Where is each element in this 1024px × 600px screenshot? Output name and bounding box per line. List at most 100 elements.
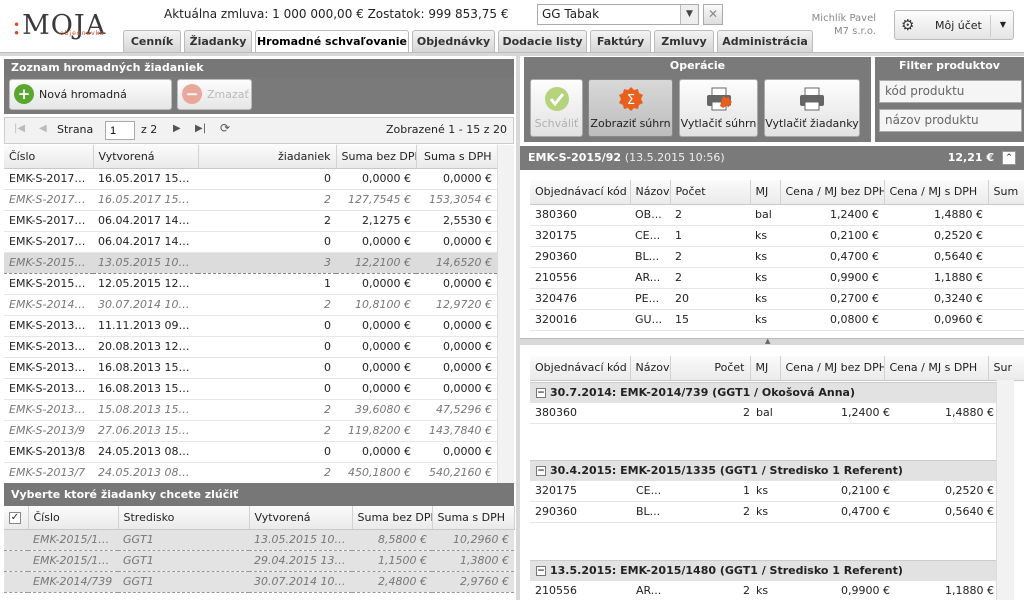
prev-page-icon[interactable]: ◀ bbox=[39, 123, 47, 134]
new-bulk-request-button[interactable]: +Nová hromadná žiadanka bbox=[9, 79, 172, 130]
page-number-input[interactable] bbox=[105, 121, 135, 140]
collapse-group-icon[interactable]: − bbox=[536, 566, 546, 576]
col-header-4[interactable]: Cena / MJ bez DPH bbox=[780, 180, 885, 205]
next-page-icon[interactable]: ▶ bbox=[173, 123, 181, 134]
show-summary-button[interactable]: Σ Zobraziť súhrn bbox=[588, 79, 673, 137]
refresh-icon[interactable]: ⟳ bbox=[220, 121, 230, 135]
history-row[interactable]: 320175 CE... 1 ks 0,2100 € 0,2520 € bbox=[530, 481, 996, 502]
tab-zmluvy[interactable]: Zmluvy bbox=[654, 30, 714, 52]
tab-cennik[interactable]: Cenník bbox=[123, 30, 181, 52]
col-header-suma-s-dph[interactable]: Suma s DPH bbox=[416, 145, 498, 169]
detail-splitter[interactable]: ▲ bbox=[520, 337, 1024, 345]
product-code-input[interactable]: kód produktu bbox=[879, 80, 1022, 103]
select-all-checkbox[interactable]: ✓ bbox=[4, 506, 29, 530]
cell-id: EMK-S-2017/86 bbox=[4, 210, 93, 232]
col-header-6[interactable]: Sur bbox=[988, 356, 1024, 381]
history-group-header[interactable]: −30.7.2014: EMK-2014/739 (GGT1 / Okošová… bbox=[530, 382, 996, 403]
tab-dodacie-listy[interactable]: Dodacie listy bbox=[498, 30, 587, 52]
item-row[interactable]: 320476 PE... 20 ks 0,2700 €0,3240 € bbox=[530, 288, 1024, 310]
table-row[interactable]: EMK-S-2013/7 24.05.2013 08:08 2 450,1800 €5… bbox=[4, 462, 497, 484]
col-header-ziadaniek[interactable]: žiadaniek bbox=[198, 145, 337, 169]
tab-objednavky[interactable]: Objednávky bbox=[412, 30, 495, 52]
history-group-header[interactable]: −30.4.2015: EMK-2015/1335 (GGT1 / Stredi… bbox=[530, 460, 996, 481]
print-requests-button[interactable]: Vytlačiť žiadanky bbox=[764, 79, 860, 137]
cell-code: 320175 bbox=[530, 225, 630, 247]
delete-button[interactable]: − Zmazať bbox=[177, 79, 252, 110]
item-row[interactable]: 210556 AR... 2 ks 0,9900 €1,1880 € bbox=[530, 267, 1024, 289]
table-row[interactable]: EMK-S-2017/86 06.04.2017 14:50 2 2,1275 €2,… bbox=[4, 210, 497, 232]
col-header-3[interactable]: MJ bbox=[750, 180, 781, 205]
panel-splitter[interactable] bbox=[516, 56, 520, 600]
item-row[interactable]: 290360 BL... 2 ks 0,4700 €0,5640 € bbox=[530, 246, 1024, 268]
table-row[interactable]: EMK-S-2013/8 24.05.2013 08:08 0 0,0000 €0,0… bbox=[4, 441, 497, 463]
item-row[interactable]: 320175 CE... 1 ks 0,2100 €0,2520 € bbox=[530, 225, 1024, 247]
table-row[interactable]: EMK-S-2014/32 30.07.2014 10:18 2 10,8100 €1… bbox=[4, 294, 497, 316]
merge-row[interactable]: EMK-2015/1335 GGT1 29.04.2015 13:23 1,1500 … bbox=[4, 549, 514, 572]
row-checkbox-cell[interactable] bbox=[4, 570, 28, 593]
collapse-group-icon[interactable]: − bbox=[536, 388, 546, 398]
supplier-select[interactable]: GG Tabak ▼ bbox=[537, 4, 699, 25]
row-checkbox-cell[interactable] bbox=[4, 528, 28, 551]
col-header-1[interactable]: Názov bbox=[630, 356, 671, 381]
table-row[interactable]: EMK-S-2013/29 16.08.2013 15:09 0 0,0000 €0,… bbox=[4, 357, 497, 379]
table-row[interactable]: EMK-S-2013/9 27.06.2013 15:48 2 119,8200 €1… bbox=[4, 420, 497, 442]
cell-qty: 2 bbox=[670, 267, 750, 289]
cell-created: 24.05.2013 08:08 bbox=[93, 462, 198, 484]
collapse-group-icon[interactable]: − bbox=[536, 466, 546, 476]
col-header-2[interactable]: Počet bbox=[670, 356, 751, 381]
table-row[interactable]: EMK-S-2015/92 13.05.2015 10:56 3 12,2100 €1… bbox=[4, 251, 497, 274]
merge-col-vytvorena[interactable]: Vytvorená bbox=[249, 506, 353, 530]
table-row[interactable]: EMK-S-2015/88 12.05.2015 12:43 1 0,0000 €0,… bbox=[4, 273, 497, 295]
item-row[interactable]: 380360 OB... 2 bal 1,2400 €1,4880 € bbox=[530, 204, 1024, 226]
splitter-handle-icon[interactable]: ▲ bbox=[765, 337, 770, 345]
account-menu-button[interactable]: ⚙ Môj účet ▼ bbox=[894, 10, 1014, 40]
col-header-vytvorena[interactable]: Vytvorená bbox=[93, 145, 199, 169]
product-name-input[interactable]: názov produktu bbox=[879, 109, 1022, 132]
approve-button[interactable]: Schváliť bbox=[530, 79, 583, 137]
cell-qty: 1 bbox=[743, 484, 750, 497]
history-row[interactable]: 210556 AR... 2 ks 0,9900 € 1,1880 € bbox=[530, 581, 996, 600]
merge-row[interactable]: EMK-2015/1480 GGT1 13.05.2015 10:19 8,5800 … bbox=[4, 528, 514, 551]
item-row[interactable]: 320016 GU... 15 ks 0,0800 €0,0960 € bbox=[530, 309, 1024, 331]
table-row[interactable]: EMK-S-2017/84 06.04.2017 14:48 0 0,0000 €0,… bbox=[4, 231, 497, 253]
col-header-cislo[interactable]: Číslo bbox=[4, 145, 94, 169]
history-row[interactable]: 380360 2 bal 1,2400 € 1,4880 € bbox=[530, 403, 996, 424]
col-header-suma-bez-dph[interactable]: Suma bez DPH bbox=[336, 145, 417, 169]
col-header-4[interactable]: Cena / MJ bez DPH bbox=[780, 356, 885, 381]
col-header-6[interactable]: Sum bbox=[988, 180, 1024, 205]
col-header-1[interactable]: Názov bbox=[630, 180, 671, 205]
col-header-5[interactable]: Cena / MJ s DPH bbox=[884, 356, 989, 381]
table-row[interactable]: EMK-S-2013/27 15.08.2013 15:53 2 39,6080 €4… bbox=[4, 399, 497, 421]
tab-administracia[interactable]: Administrácia bbox=[717, 30, 813, 52]
merge-col-suma-s-dph[interactable]: Suma s DPH bbox=[432, 506, 515, 530]
col-header-0[interactable]: Objednávací kód bbox=[530, 356, 631, 381]
history-scrollbar[interactable] bbox=[996, 380, 1014, 600]
row-checkbox-cell[interactable] bbox=[4, 549, 28, 572]
merge-col-stredisko[interactable]: Stredisko bbox=[118, 506, 250, 530]
table-row[interactable]: EMK-S-2013/43 11.11.2013 09:01 0 0,0000 €0,… bbox=[4, 315, 497, 337]
first-page-icon[interactable]: |◀ bbox=[14, 123, 25, 134]
col-header-2[interactable]: Počet bbox=[670, 180, 751, 205]
merge-col-suma-bez-dph[interactable]: Suma bez DPH bbox=[352, 506, 433, 530]
last-page-icon[interactable]: ▶| bbox=[195, 123, 206, 134]
tab-hromadne-schvalovanie[interactable]: Hromadné schvaľovanie bbox=[255, 30, 409, 53]
col-header-0[interactable]: Objednávací kód bbox=[530, 180, 631, 205]
collapse-icon[interactable]: ⌃ bbox=[1002, 151, 1016, 165]
history-row[interactable]: 290360 BL... 2 ks 0,4700 € 0,5640 € bbox=[530, 502, 996, 523]
merge-col-cislo[interactable]: Číslo bbox=[28, 506, 119, 530]
col-header-3[interactable]: MJ bbox=[750, 356, 781, 381]
requests-scrollbar[interactable] bbox=[497, 145, 514, 483]
history-group-header[interactable]: −13.5.2015: EMK-2015/1480 (GGT1 / Stredi… bbox=[530, 560, 996, 581]
merge-row[interactable]: EMK-2014/739 GGT1 30.07.2014 10:14 2,4800 €… bbox=[4, 570, 514, 593]
supplier-clear-button[interactable]: ✕ bbox=[703, 4, 723, 25]
chevron-down-icon[interactable]: ▼ bbox=[680, 5, 698, 24]
table-row[interactable]: EMK-S-2017/... 16.05.2017 15:44 2 127,7545 … bbox=[4, 189, 497, 211]
tab-faktury[interactable]: Faktúry bbox=[590, 30, 651, 52]
col-header-5[interactable]: Cena / MJ s DPH bbox=[884, 180, 989, 205]
tab-ziadanky[interactable]: Žiadanky bbox=[184, 30, 252, 52]
cell-count: 0 bbox=[198, 357, 336, 379]
print-summary-button[interactable]: Vytlačiť súhrn bbox=[679, 79, 758, 137]
table-row[interactable]: EMK-S-2017/... 16.05.2017 15:58 0 0,0000 €0… bbox=[4, 168, 497, 190]
table-row[interactable]: EMK-S-2013/32 20.08.2013 12:39 0 0,0000 €0,… bbox=[4, 336, 497, 358]
table-row[interactable]: EMK-S-2013/28 16.08.2013 15:09 0 0,0000 €0,… bbox=[4, 378, 497, 400]
